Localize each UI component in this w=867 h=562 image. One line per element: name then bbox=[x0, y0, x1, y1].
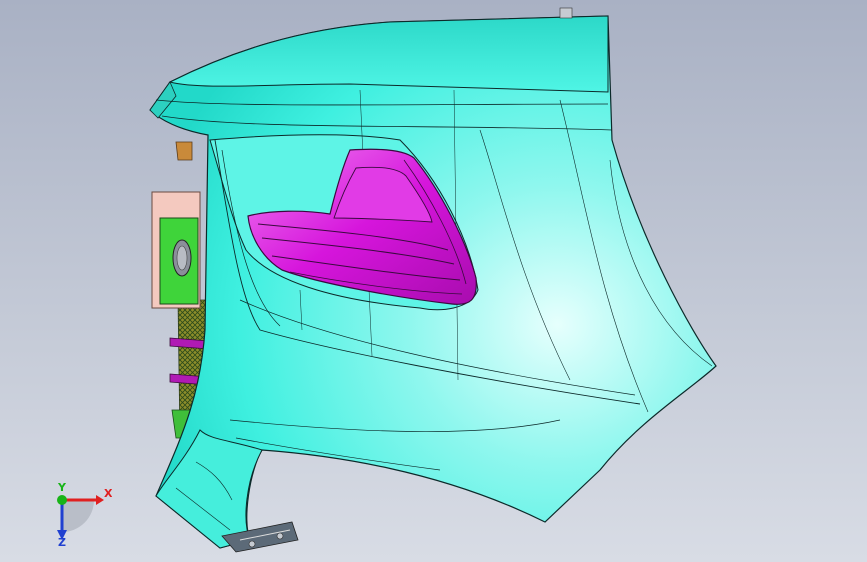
bumper-model[interactable] bbox=[0, 0, 867, 562]
z-axis-label: Z bbox=[58, 536, 66, 548]
triad-origin bbox=[62, 500, 94, 532]
y-axis-label: Y bbox=[57, 481, 67, 494]
coordinate-triad: X Y Z bbox=[57, 481, 112, 548]
y-axis-dot bbox=[57, 495, 67, 505]
mounting-flange[interactable] bbox=[151, 191, 201, 309]
x-axis-arrow bbox=[96, 495, 104, 505]
cad-viewport[interactable]: X Y Z bbox=[0, 0, 867, 562]
x-axis-label: X bbox=[104, 487, 112, 500]
